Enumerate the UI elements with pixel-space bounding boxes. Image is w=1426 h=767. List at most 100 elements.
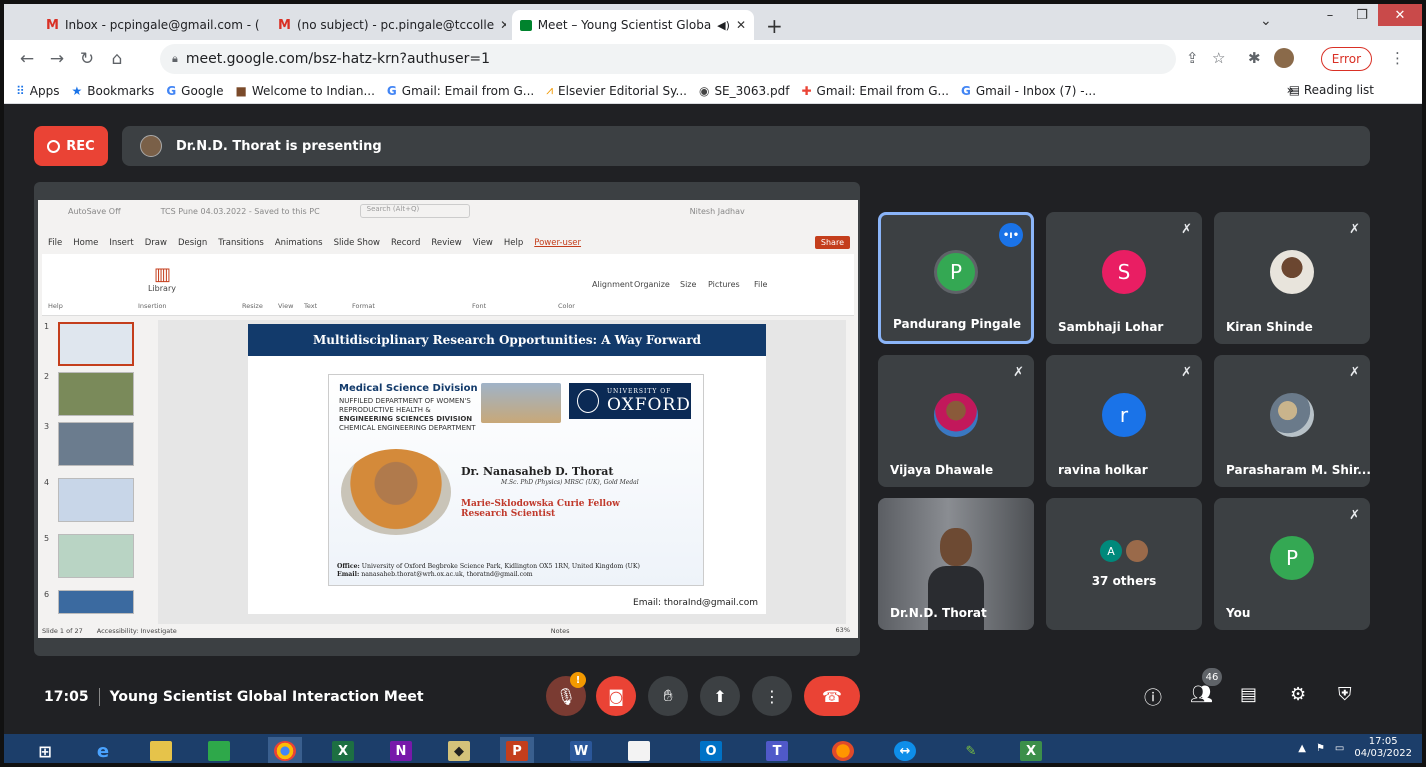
slide-thumb-4[interactable]: [58, 478, 134, 522]
chrome-icon[interactable]: [268, 737, 302, 763]
host-controls-icon[interactable]: ⛨: [1338, 684, 1352, 705]
tab-inbox[interactable]: M Inbox - pcpingale@gmail.com - ( ✕: [38, 10, 264, 40]
people-icon[interactable]: 👥︎: [1190, 684, 1213, 705]
extensions-icon[interactable]: ✱: [1248, 49, 1261, 67]
library-icon[interactable]: ▥: [154, 264, 171, 285]
bookmark-elsevier[interactable]: ⩘ Elsevier Editorial Sy...: [546, 83, 687, 98]
ppt-menu-animations[interactable]: Animations: [275, 238, 323, 248]
ie-icon[interactable]: e: [86, 737, 120, 763]
word-icon[interactable]: W: [564, 737, 598, 763]
new-tab-button[interactable]: +: [766, 14, 783, 38]
tile-you[interactable]: ✗ P You: [1214, 498, 1370, 630]
slide-thumb-5[interactable]: [58, 534, 134, 578]
size-button[interactable]: Size: [680, 280, 696, 289]
leave-call-button[interactable]: ☎: [804, 676, 860, 716]
tile-others[interactable]: A 37 others: [1046, 498, 1202, 630]
teamviewer-icon[interactable]: ↔: [888, 737, 922, 763]
organize-button[interactable]: Organize: [634, 280, 670, 289]
window-close-icon[interactable]: ✕: [1378, 4, 1422, 26]
ppt-share-button[interactable]: Share: [814, 236, 850, 249]
notes-button[interactable]: Notes: [551, 627, 570, 635]
ppt-menu-home[interactable]: Home: [73, 238, 98, 248]
meeting-details-icon[interactable]: ⓘ: [1144, 684, 1162, 710]
alignment-button[interactable]: Alignment: [592, 280, 633, 289]
bookmark-google[interactable]: G Google: [166, 84, 223, 98]
library-button[interactable]: Library: [148, 284, 176, 293]
teams-icon[interactable]: T: [760, 737, 794, 763]
back-arrow-icon[interactable]: ←: [12, 49, 42, 69]
reading-list-button[interactable]: ▤ Reading list: [1289, 83, 1374, 97]
file-button[interactable]: File: [754, 280, 767, 289]
slide-thumb-3[interactable]: [58, 422, 134, 466]
ppt-search-input[interactable]: Search (Alt+Q): [359, 204, 470, 218]
home-icon[interactable]: ⌂: [102, 49, 132, 69]
bookmark-gmail-inbox[interactable]: G Gmail - Inbox (7) -...: [961, 84, 1096, 98]
tile-ravina-holkar[interactable]: ✗ r ravina holkar: [1046, 355, 1202, 487]
windows-start-icon[interactable]: ⊞: [28, 737, 62, 763]
store-icon[interactable]: [202, 737, 236, 763]
zoom-level[interactable]: 63%: [836, 626, 850, 634]
camera-toggle-button[interactable]: ◙: [596, 676, 636, 716]
bookmark-apps[interactable]: ⠿ Apps: [16, 84, 60, 98]
slide-thumb-2[interactable]: [58, 372, 134, 416]
profile-avatar[interactable]: [1274, 48, 1294, 68]
ppt-menu-view[interactable]: View: [473, 238, 493, 248]
address-bar[interactable]: 🔒︎ meet.google.com/bsz-hatz-krn?authuser…: [160, 44, 1176, 74]
ppt-menu-insert[interactable]: Insert: [109, 238, 133, 248]
raise-hand-button[interactable]: ✋︎: [648, 676, 688, 716]
minimize-icon[interactable]: –: [1314, 4, 1346, 26]
share-icon[interactable]: ⇪: [1186, 49, 1199, 67]
powerpoint-icon[interactable]: P: [500, 737, 534, 763]
tab-meet[interactable]: Meet – Young Scientist Globa ◀) ✕: [512, 10, 754, 40]
ppt-menu-record[interactable]: Record: [391, 238, 420, 248]
tile-parasharam[interactable]: ✗ Parasharam M. Shir...: [1214, 355, 1370, 487]
ppt-autosave[interactable]: AutoSave Off: [68, 207, 121, 216]
tile-kiran-shinde[interactable]: ✗ Kiran Shinde: [1214, 212, 1370, 344]
ppt-menu-slideshow[interactable]: Slide Show: [334, 238, 380, 248]
bookmark-pdf[interactable]: ◉ SE_3063.pdf: [699, 84, 790, 98]
tile-sambhaji-lohar[interactable]: ✗ S Sambhaji Lohar: [1046, 212, 1202, 344]
maximize-icon[interactable]: ❐: [1346, 4, 1378, 26]
close-icon[interactable]: ✕: [500, 18, 506, 32]
tray-chevron-icon[interactable]: ▲: [1298, 743, 1306, 754]
slide-thumb-1[interactable]: [58, 322, 134, 366]
file-explorer-icon[interactable]: [144, 737, 178, 763]
speaker-icon[interactable]: ◀): [717, 19, 730, 32]
ppt-menu-draw[interactable]: Draw: [145, 238, 167, 248]
error-button[interactable]: Error: [1320, 47, 1372, 71]
app-icon[interactable]: ◆: [442, 737, 476, 763]
flag-icon[interactable]: ⚑: [1316, 743, 1325, 754]
present-button[interactable]: ⬆: [700, 676, 740, 716]
accessibility-status[interactable]: Accessibility: Investigate: [97, 627, 177, 635]
forward-arrow-icon[interactable]: →: [42, 49, 72, 69]
onenote-icon[interactable]: N: [384, 737, 418, 763]
outlook-icon[interactable]: O: [694, 737, 728, 763]
menu-kebab-icon[interactable]: ⋮: [1390, 49, 1405, 67]
chat-icon[interactable]: ▤: [1240, 684, 1257, 705]
bookmark-bookmarks[interactable]: ★ Bookmarks: [72, 84, 155, 98]
ppt-menu-help[interactable]: Help: [504, 238, 523, 248]
ppt-menu-review[interactable]: Review: [431, 238, 461, 248]
close-icon[interactable]: ✕: [736, 18, 746, 32]
tile-vijaya-dhawale[interactable]: ✗ Vijaya Dhawale: [878, 355, 1034, 487]
excel-viewer-icon[interactable]: X: [1014, 737, 1048, 763]
ppt-menu-file[interactable]: File: [48, 238, 62, 248]
pen-tool-icon[interactable]: ✎: [954, 737, 988, 763]
bookmark-welcome[interactable]: ■ Welcome to Indian...: [236, 84, 375, 98]
tray-clock[interactable]: 17:05 04/03/2022: [1354, 736, 1412, 760]
tile-pandurang-pingale[interactable]: •ı• P Pandurang Pingale: [878, 212, 1034, 344]
ppt-menu-transitions[interactable]: Transitions: [218, 238, 264, 248]
tile-dr-thorat[interactable]: Dr.N.D. Thorat: [878, 498, 1034, 630]
slide-thumb-6[interactable]: [58, 590, 134, 614]
activities-icon[interactable]: ⚙︎: [1290, 684, 1306, 705]
tab-search-chevron-icon[interactable]: ⌄: [1260, 13, 1272, 29]
more-options-button[interactable]: ⋮: [752, 676, 792, 716]
excel-icon[interactable]: X: [326, 737, 360, 763]
star-icon[interactable]: ☆: [1212, 49, 1225, 67]
pictures-button[interactable]: Pictures: [708, 280, 740, 289]
reload-icon[interactable]: ↻: [72, 49, 102, 69]
tab-no-subject[interactable]: M (no subject) - pc.pingale@tccolle ✕: [270, 10, 506, 40]
recording-badge[interactable]: REC: [34, 126, 108, 166]
bookmark-gmail-2[interactable]: ✚ Gmail: Email from G...: [801, 84, 949, 98]
ppt-menu-power-user[interactable]: Power-user: [534, 238, 581, 248]
